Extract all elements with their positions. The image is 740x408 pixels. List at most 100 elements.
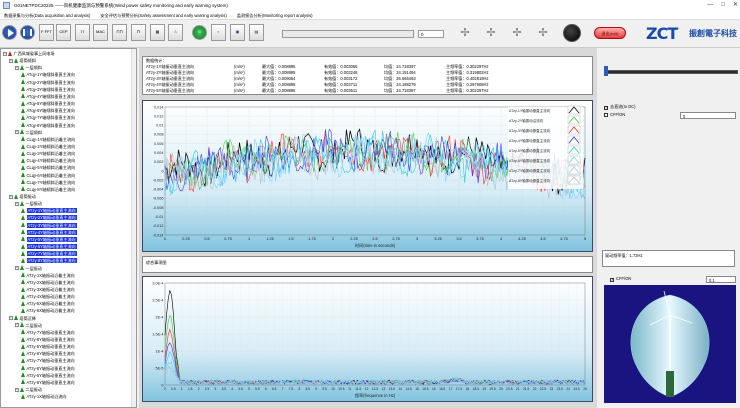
- filter-button[interactable]: ⌇⌇: [75, 24, 90, 41]
- tree-item[interactable]: CLqy-4Y轴倾斜沿着主流向: [21, 157, 75, 164]
- tree-item-label: ATzy-6Y轴振动垂直主流向: [26, 244, 77, 250]
- pause-button[interactable]: [20, 25, 35, 40]
- tree-item[interactable]: ATqy-1Y轴倾斜垂直主流向: [21, 71, 75, 78]
- mode-button[interactable]: ⊓⊓: [112, 24, 127, 41]
- tree-item[interactable]: ATzy-2X轴振动沿着主流向: [21, 279, 75, 286]
- tree-item[interactable]: ATzy-6X轴振动沿着主流向: [21, 307, 75, 314]
- tree-toggle-icon[interactable]: −: [9, 194, 13, 199]
- tree-toggle-icon[interactable]: −: [9, 316, 13, 321]
- tree-item[interactable]: ATqy-6Y轴倾斜垂直主流向: [21, 107, 75, 114]
- tree-item[interactable]: ATqy-4Y轴倾斜垂直主流向: [21, 93, 75, 100]
- tree-item[interactable]: − 塔筒倾斜: [9, 57, 36, 64]
- tree-item[interactable]: ATzy-7Y轴振动垂直主流向: [21, 250, 77, 257]
- time-slider-thumb[interactable]: [604, 66, 608, 76]
- tree-item[interactable]: ATqy-7Y轴倾斜垂直主流向: [21, 114, 75, 121]
- sensor-icon: [21, 243, 25, 249]
- export-button[interactable]: ⊙: [192, 25, 207, 40]
- tree-item[interactable]: CLqy-7Y轴倾斜沿着主流向: [21, 179, 75, 186]
- cff-on-box-2[interactable]: ✓: [610, 277, 614, 282]
- tree-toggle-icon[interactable]: −: [15, 323, 19, 328]
- tree-item[interactable]: CLqy-1Y轴倾斜沿着主流向: [21, 136, 75, 143]
- tree-toggle-icon[interactable]: −: [15, 65, 19, 70]
- maximize-button[interactable]: □: [721, 0, 725, 11]
- scale-value-field[interactable]: 0.1: [706, 276, 736, 283]
- mac-button[interactable]: MAC: [93, 24, 108, 41]
- tree-toggle-icon[interactable]: −: [15, 130, 19, 135]
- tree-toggle-icon[interactable]: −: [15, 201, 19, 206]
- tree-item[interactable]: ATzy-4X轴振动沿着主流向: [21, 293, 75, 300]
- tree-item[interactable]: ATzy-7Y轴振动垂直主流向: [21, 329, 75, 336]
- remove-dc-checkbox[interactable]: ✓ 去直流(to DC): [604, 104, 635, 110]
- tree-toggle-icon[interactable]: −: [15, 387, 19, 392]
- save-icon[interactable]: ▣: [230, 24, 245, 41]
- tree-item[interactable]: ATzy-4Y轴振动垂直主流向: [21, 229, 77, 236]
- cep-button[interactable]: CEP: [56, 24, 71, 41]
- menu-safety-assessment[interactable]: 安全评估与预警分析(Safety assessment and early wa…: [100, 11, 226, 19]
- tree-item[interactable]: CLqy-6Y轴倾斜沿着主流向: [21, 172, 75, 179]
- tree-item[interactable]: ATqy-8Y轴倾斜垂直主流向: [21, 122, 75, 129]
- tree-toggle-icon[interactable]: −: [9, 58, 13, 63]
- wind-turbine-icon[interactable]: ✢: [536, 26, 550, 40]
- cff-on-checkbox[interactable]: CFF/ON: [604, 112, 625, 118]
- tree-item[interactable]: − 二层倾斜: [15, 129, 42, 136]
- tree-item[interactable]: ATzy-3X轴振动沿着主流向: [21, 286, 75, 293]
- tree-item[interactable]: ATzy-1Y轴振动垂直主流向: [21, 207, 77, 214]
- cff-on-box[interactable]: [604, 112, 608, 117]
- tree-item[interactable]: ATzy-6Y轴振动垂直主流向: [21, 379, 75, 386]
- tree-item[interactable]: ATzy-7Y轴振动垂直主流向: [21, 357, 75, 364]
- tree-item[interactable]: ATzy-6Y轴振动垂直主流向: [21, 243, 77, 250]
- tree-item[interactable]: ATzy-6Y轴振动垂直主流向: [21, 350, 75, 357]
- tree-toggle-icon[interactable]: −: [15, 266, 19, 270]
- minimize-button[interactable]: —: [707, 0, 713, 11]
- cff-on-checkbox-2[interactable]: ✓ CFF/ON: [610, 276, 631, 282]
- menu-data-acquisition[interactable]: 数据采集与分析(Data acquisition and analysis): [4, 11, 90, 19]
- time-slider[interactable]: [606, 70, 738, 74]
- play-button[interactable]: [2, 25, 17, 40]
- tree-item[interactable]: − 二层振动: [15, 322, 42, 329]
- tree-item[interactable]: ATqy-5Y轴倾斜垂直主流向: [21, 100, 75, 107]
- tree-item[interactable]: ATzy-8Y轴振动垂直主流向: [21, 336, 75, 343]
- tree-item[interactable]: − 广西凤城省事上风电场: [3, 50, 54, 57]
- cff-value-field[interactable]: 0: [680, 112, 736, 119]
- wind-turbine-icon[interactable]: ✢: [510, 26, 524, 40]
- tree-item[interactable]: − 一层振动: [15, 265, 42, 272]
- tree-item[interactable]: − 一层倾斜: [15, 64, 42, 71]
- tree-item[interactable]: ATzy-8Y轴振动垂直主流向: [21, 257, 77, 264]
- tree-item[interactable]: CLqy-8Y轴倾斜沿着主流向: [21, 186, 75, 193]
- menu-monitoring-report[interactable]: 监测报告分析(Monitoring report analysis): [237, 11, 313, 19]
- tree-item-label: ATzy-6Y轴振动垂直主流向: [26, 379, 75, 385]
- tree-item[interactable]: ATzy-5X轴振动沿着主流向: [21, 300, 75, 307]
- alarm-button[interactable]: ⚠: [168, 24, 183, 41]
- tree-item[interactable]: ATzy-1X轴振动沿着主流向: [21, 272, 75, 279]
- report-button[interactable]: ▦: [150, 24, 165, 41]
- tree-item[interactable]: − 二层振动: [15, 386, 42, 393]
- tree-item[interactable]: ATzy-5Y轴振动垂直主流向: [21, 236, 77, 243]
- tree-item[interactable]: ATqy-3Y轴倾斜垂直主流向: [21, 86, 75, 93]
- document-icon[interactable]: ▤: [249, 24, 264, 41]
- tree-item[interactable]: ATzy-5Y轴振动垂直主流向: [21, 343, 75, 350]
- fft-button[interactable]: F FFT: [39, 24, 54, 41]
- tree-item[interactable]: CLqy-2Y轴倾斜沿着主流向: [21, 143, 75, 150]
- tree-scrollbar[interactable]: [131, 49, 136, 407]
- tree-item[interactable]: ATzy-5Y轴振动垂直主流向: [21, 372, 75, 379]
- tree-item[interactable]: ATzy-1X轴振动沿流向: [21, 393, 66, 400]
- tree-item[interactable]: ATqy-2Y轴倾斜垂直主流向: [21, 79, 75, 86]
- tree-toggle-icon[interactable]: −: [3, 51, 7, 56]
- wind-turbine-icon[interactable]: ✢: [458, 26, 472, 40]
- stats-button[interactable]: ᑎ: [131, 24, 146, 41]
- exit-button[interactable]: 退出(exit): [594, 27, 626, 39]
- tree-item[interactable]: CLqy-3Y轴倾斜沿着主流向: [21, 150, 75, 157]
- tree-item-label: ATqy-1Y轴倾斜垂直主流向: [26, 72, 75, 78]
- tree-item[interactable]: − 一层振动: [15, 200, 42, 207]
- refresh-icon[interactable]: ◐: [211, 24, 226, 41]
- wind-turbine-icon[interactable]: ✢: [484, 26, 498, 40]
- tree-item[interactable]: ATzy-3Y轴振动垂直主流向: [21, 222, 77, 229]
- tree-item[interactable]: − 塔筒振动: [9, 193, 36, 200]
- tree-item[interactable]: ATzy-2Y轴振动垂直主流向: [21, 214, 77, 221]
- control-knob[interactable]: [563, 24, 581, 42]
- tree-item[interactable]: CLqy-5Y轴倾斜沿着主流向: [21, 164, 75, 171]
- tree-item[interactable]: − 塔筒沉降: [9, 315, 36, 322]
- close-button[interactable]: ✕: [733, 0, 738, 11]
- remove-dc-box[interactable]: ✓: [604, 105, 608, 110]
- tree-item[interactable]: ATzy-8Y轴振动垂直主流向: [21, 365, 75, 372]
